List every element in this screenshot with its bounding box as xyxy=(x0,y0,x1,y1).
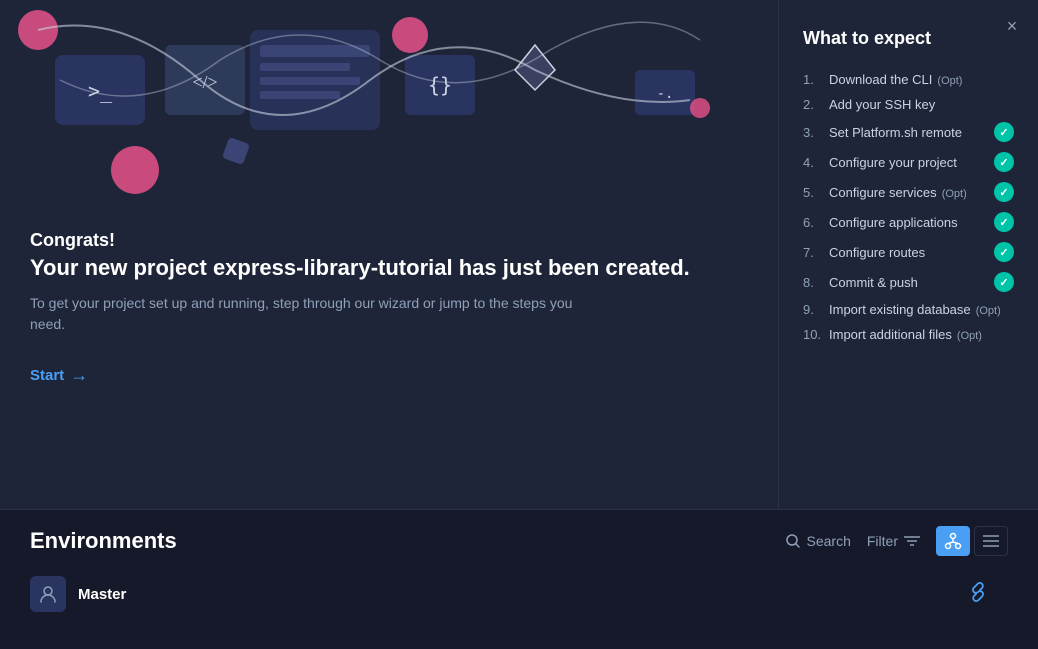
step-item: 9. Import existing database (Opt) xyxy=(803,297,1014,322)
person-icon xyxy=(38,584,58,604)
step-left: 1. Download the CLI (Opt) xyxy=(803,72,962,87)
step-label: Configure applications xyxy=(829,215,958,230)
environments-controls: Search Filter xyxy=(785,526,1008,556)
svg-text:-.: -. xyxy=(657,86,674,102)
step-label: Add your SSH key xyxy=(829,97,935,112)
step-left: 3. Set Platform.sh remote xyxy=(803,125,962,140)
step-left: 7. Configure routes xyxy=(803,245,925,260)
step-number: 6. xyxy=(803,215,823,230)
step-number: 9. xyxy=(803,302,823,317)
link-icon[interactable] xyxy=(968,582,988,607)
illustration-svg: >_ </> {} -. xyxy=(0,0,730,210)
step-number: 10. xyxy=(803,327,823,342)
arrow-icon: → xyxy=(70,365,88,386)
check-icon xyxy=(994,242,1014,262)
start-link[interactable]: Start → xyxy=(30,365,88,386)
tree-view-button[interactable] xyxy=(936,526,970,556)
step-label: Configure services (Opt) xyxy=(829,185,967,200)
search-area[interactable]: Search xyxy=(785,533,851,549)
step-left: 8. Commit & push xyxy=(803,275,918,290)
bottom-panel: Environments Search Filter xyxy=(0,509,1038,649)
step-number: 1. xyxy=(803,72,823,87)
check-icon xyxy=(994,122,1014,142)
steps-list: 1. Download the CLI (Opt) 2. Add your SSH k… xyxy=(803,67,1014,347)
step-left: 2. Add your SSH key xyxy=(803,97,935,112)
step-number: 8. xyxy=(803,275,823,290)
step-opt: (Opt) xyxy=(954,330,982,342)
check-icon xyxy=(994,272,1014,292)
list-icon xyxy=(983,534,999,548)
right-sidebar: × What to expect 1. Download the CLI (Opt… xyxy=(778,0,1038,509)
step-opt: (Opt) xyxy=(939,188,967,200)
check-icon xyxy=(994,212,1014,232)
svg-text:{}: {} xyxy=(428,73,452,97)
view-buttons xyxy=(936,526,1008,556)
step-left: 5. Configure services (Opt) xyxy=(803,185,967,200)
search-label: Search xyxy=(807,533,851,549)
filter-icon xyxy=(904,535,920,547)
step-label: Import additional files (Opt) xyxy=(829,327,982,342)
step-number: 4. xyxy=(803,155,823,170)
environments-header: Environments Search Filter xyxy=(30,526,1008,556)
start-label: Start xyxy=(30,367,64,384)
step-item: 3. Set Platform.sh remote xyxy=(803,117,1014,147)
tree-icon xyxy=(944,532,962,550)
step-left: 6. Configure applications xyxy=(803,215,958,230)
svg-text:>_: >_ xyxy=(88,79,113,103)
illustration-area: >_ </> {} -. xyxy=(0,0,778,509)
master-avatar xyxy=(30,576,66,612)
master-name: Master xyxy=(78,586,956,603)
filter-area[interactable]: Filter xyxy=(867,533,920,549)
list-view-button[interactable] xyxy=(974,526,1008,556)
step-label: Download the CLI (Opt) xyxy=(829,72,962,87)
step-item: 10. Import additional files (Opt) xyxy=(803,322,1014,347)
congrats-label: Congrats! xyxy=(30,230,748,251)
step-opt: (Opt) xyxy=(934,75,962,87)
step-opt: (Opt) xyxy=(973,305,1001,317)
step-number: 2. xyxy=(803,97,823,112)
step-label: Commit & push xyxy=(829,275,918,290)
close-button[interactable]: × xyxy=(1000,14,1024,38)
top-panel: >_ </> {} -. xyxy=(0,0,1038,509)
step-label: Configure your project xyxy=(829,155,957,170)
master-row[interactable]: Master xyxy=(30,576,1008,612)
project-description: To get your project set up and running, … xyxy=(30,293,590,335)
check-icon xyxy=(994,152,1014,172)
step-item: 6. Configure applications xyxy=(803,207,1014,237)
step-label: Set Platform.sh remote xyxy=(829,125,962,140)
step-item: 4. Configure your project xyxy=(803,147,1014,177)
step-left: 9. Import existing database (Opt) xyxy=(803,302,1001,317)
search-icon xyxy=(785,533,801,549)
step-number: 3. xyxy=(803,125,823,140)
project-title: Your new project express-library-tutoria… xyxy=(30,255,748,281)
step-item: 1. Download the CLI (Opt) xyxy=(803,67,1014,92)
step-item: 7. Configure routes xyxy=(803,237,1014,267)
step-item: 8. Commit & push xyxy=(803,267,1014,297)
step-label: Import existing database (Opt) xyxy=(829,302,1001,317)
illustration-wrapper: >_ </> {} -. xyxy=(0,0,730,210)
step-item: 2. Add your SSH key xyxy=(803,92,1014,117)
what-to-expect-title: What to expect xyxy=(803,28,1014,49)
step-number: 5. xyxy=(803,185,823,200)
filter-label: Filter xyxy=(867,533,898,549)
step-number: 7. xyxy=(803,245,823,260)
check-icon xyxy=(994,182,1014,202)
step-label: Configure routes xyxy=(829,245,925,260)
step-item: 5. Configure services (Opt) xyxy=(803,177,1014,207)
main-container: >_ </> {} -. xyxy=(0,0,1038,649)
step-left: 10. Import additional files (Opt) xyxy=(803,327,982,342)
step-left: 4. Configure your project xyxy=(803,155,957,170)
content-area: Congrats! Your new project express-libra… xyxy=(0,210,778,509)
environments-title: Environments xyxy=(30,528,177,554)
